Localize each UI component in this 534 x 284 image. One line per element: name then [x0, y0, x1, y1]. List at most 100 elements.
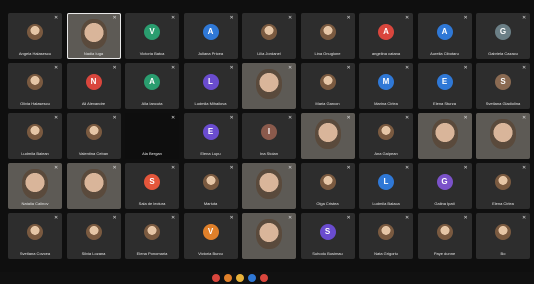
- participant-name: Elena Cirlea: [492, 201, 514, 206]
- avatar-initial: S: [144, 174, 160, 190]
- participant-tile[interactable]: ✕ Ludmila Balean: [8, 113, 62, 159]
- participant-name: Svetlana Covcea: [19, 251, 51, 256]
- participant-video: [80, 19, 107, 49]
- toolbar-button[interactable]: [236, 274, 244, 282]
- participant-name: Elena Sturza: [433, 101, 456, 106]
- toolbar-button[interactable]: [224, 274, 232, 282]
- participant-tile[interactable]: ✕ Paye dunne: [417, 213, 472, 259]
- profile-photo: [495, 174, 511, 190]
- mic-muted-icon: ✕: [463, 215, 468, 221]
- participant-tile[interactable]: ✕ Bo: [476, 213, 530, 259]
- participant-tile[interactable]: S ✕ Svetlana Gladiolina: [476, 63, 530, 109]
- participant-name: Natalia Calinov: [21, 201, 49, 206]
- participant-tile[interactable]: ✕ Elena Cirlea: [476, 163, 530, 209]
- mic-muted-icon: ✕: [171, 65, 176, 71]
- participant-tile[interactable]: ✕ Maria Garcon: [300, 63, 355, 109]
- participant-tile[interactable]: ✕: [476, 113, 530, 159]
- participant-tile[interactable]: ✕ Mariuta: [183, 163, 238, 209]
- mic-muted-icon: ✕: [346, 15, 351, 21]
- profile-photo: [27, 24, 43, 40]
- mic-muted-icon: ✕: [405, 65, 410, 71]
- participant-name: Silvia Lozana: [81, 251, 106, 256]
- mic-muted-icon: ✕: [288, 215, 293, 221]
- participant-name: Svetlana Gladiolina: [485, 101, 521, 106]
- profile-photo: [85, 124, 102, 140]
- profile-photo: [27, 124, 43, 140]
- participant-tile[interactable]: ✕ Svetlana Covcea: [8, 213, 62, 259]
- participant-tile[interactable]: E ✕ Elena Lupu: [183, 113, 238, 159]
- participant-tile[interactable]: ✕: [242, 213, 296, 259]
- profile-photo: [27, 224, 43, 240]
- mic-muted-icon: ✕: [54, 15, 59, 21]
- participant-name: Bo: [500, 251, 506, 256]
- participant-name: Ludmila Mihailova: [194, 101, 227, 106]
- participant-tile[interactable]: ✕ Valentina Ceban: [66, 113, 121, 159]
- participant-video: [431, 119, 458, 149]
- participant-tile[interactable]: ✕ Nadia Iuga: [66, 13, 121, 59]
- participant-name: Elena Lupu: [200, 151, 221, 156]
- participant-tile[interactable]: ✕: [242, 63, 296, 109]
- participant-tile[interactable]: V ✕ Victoria Burcu: [183, 213, 238, 259]
- participant-name: Maria Garcon: [315, 101, 340, 106]
- participant-name: Elena Ponomaria: [136, 251, 168, 256]
- mic-muted-icon: ✕: [229, 115, 234, 121]
- participant-tile[interactable]: ✕ Olivia Halasescu: [8, 63, 62, 109]
- participant-tile[interactable]: G ✕ Galina Ipati: [417, 163, 472, 209]
- avatar-initial: E: [202, 124, 219, 140]
- mic-muted-icon: ✕: [463, 165, 468, 171]
- participant-tile[interactable]: ✕ Nata Grigoriu: [359, 213, 413, 259]
- toolbar-button[interactable]: [212, 274, 220, 282]
- participant-tile[interactable]: ✕: [242, 163, 296, 209]
- participant-tile[interactable]: G ✕ Gabriela Cazacu: [476, 13, 530, 59]
- participant-tile[interactable]: I ✕ Ina Stoian: [242, 113, 296, 159]
- participant-tile[interactable]: ✕ Olga Cristea: [300, 163, 355, 209]
- participant-tile[interactable]: A ✕ Aurelia Cibotaru: [417, 13, 472, 59]
- toolbar-button[interactable]: [260, 274, 268, 282]
- participant-tile[interactable]: N ✕ Ali Alexandre: [66, 63, 121, 109]
- participant-tile[interactable]: ✕ Natalia Calinov: [8, 163, 62, 209]
- participant-tile[interactable]: A ✕ Juliana Pricea: [183, 13, 238, 59]
- participant-tile[interactable]: ✕: [66, 163, 121, 209]
- profile-photo: [202, 174, 219, 190]
- participant-tile[interactable]: A ✕ Alla Iancuta: [125, 63, 179, 109]
- participant-tile[interactable]: ✕ Elena Ponomaria: [125, 213, 179, 259]
- participant-tile[interactable]: V ✕ Victoria Batca: [125, 13, 179, 59]
- participant-tile[interactable]: L ✕ Ludmila Mihailova: [183, 63, 238, 109]
- profile-photo: [319, 24, 336, 40]
- mic-muted-icon: ✕: [522, 215, 527, 221]
- participant-tile[interactable]: ✕ Ala Bergan: [125, 113, 179, 159]
- participant-name: Alla Iancuta: [141, 101, 163, 106]
- participant-tile[interactable]: A ✕ angelina catana: [359, 13, 413, 59]
- participant-tile[interactable]: ✕ Lilia Jordanel: [242, 13, 296, 59]
- participant-name: Marina Cirlea: [374, 101, 398, 106]
- participant-video: [256, 69, 282, 99]
- participant-name: Victoria Batca: [139, 51, 165, 56]
- participant-tile[interactable]: ✕ Ana Galpean: [359, 113, 413, 159]
- participant-name: Sala de lectura: [138, 201, 166, 206]
- participant-tile[interactable]: E ✕ Elena Sturza: [417, 63, 472, 109]
- participant-tile[interactable]: S ✕ Sala de lectura: [125, 163, 179, 209]
- participant-name: Ina Stoian: [259, 151, 278, 156]
- participant-tile[interactable]: ✕ Lina Onuglone: [300, 13, 355, 59]
- participant-tile[interactable]: L ✕ Ludmila Balaca: [359, 163, 413, 209]
- participant-video: [22, 169, 48, 199]
- participant-name: Ludmila Balaca: [372, 201, 400, 206]
- profile-photo: [436, 224, 453, 240]
- participant-name: angelina catana: [371, 51, 401, 56]
- toolbar-button[interactable]: [248, 274, 256, 282]
- participant-video: [256, 169, 282, 199]
- participant-tile[interactable]: M ✕ Marina Cirlea: [359, 63, 413, 109]
- participant-name: Olivia Halasescu: [20, 101, 50, 106]
- participant-tile[interactable]: ✕: [417, 113, 472, 159]
- mic-muted-icon: ✕: [229, 65, 234, 71]
- participant-name: Ludmila Balean: [21, 151, 49, 156]
- participant-video: [80, 169, 107, 199]
- participant-tile[interactable]: ✕ Silvia Lozana: [66, 213, 121, 259]
- participant-tile[interactable]: ✕ Angela Halasescu: [8, 13, 62, 59]
- mic-muted-icon: ✕: [171, 15, 176, 21]
- participant-name: Ala Bergan: [142, 151, 162, 156]
- participant-tile[interactable]: S ✕ Suhodu Busimau: [300, 213, 355, 259]
- mic-muted-icon: ✕: [229, 15, 234, 21]
- participant-tile[interactable]: ✕: [300, 113, 355, 159]
- participant-name: Ali Alexandre: [81, 101, 106, 106]
